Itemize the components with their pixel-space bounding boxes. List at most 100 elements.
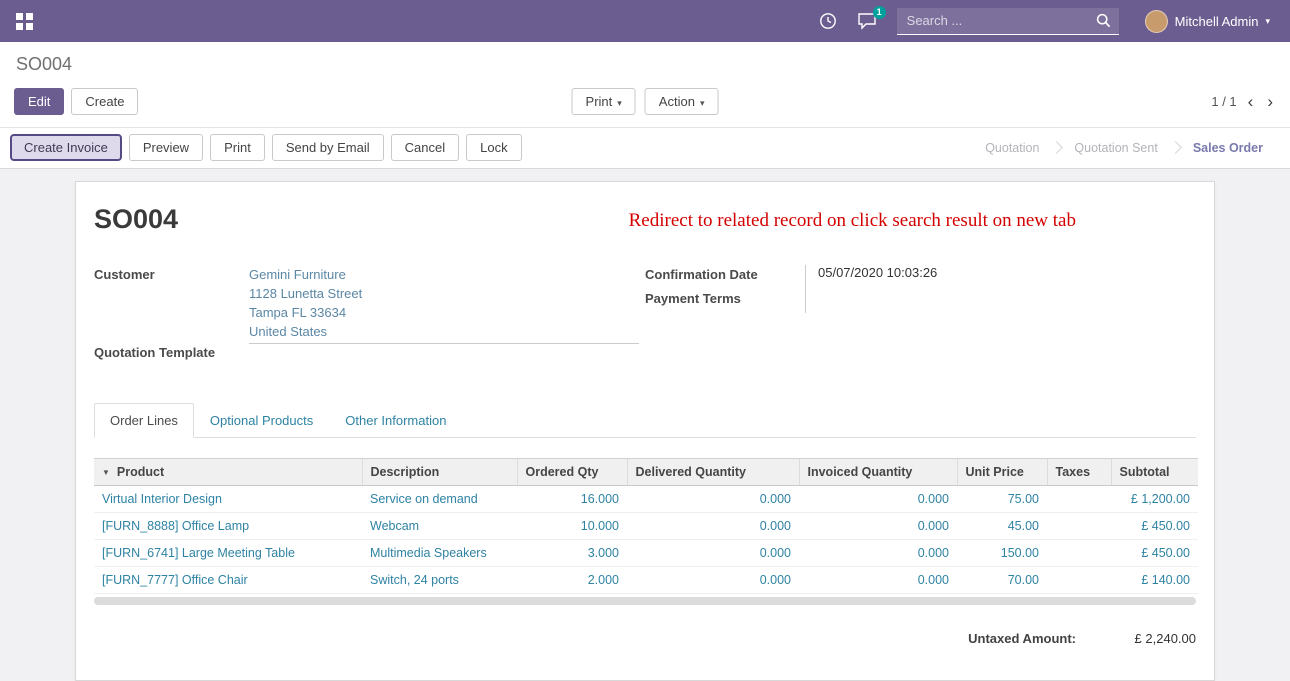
chevron-down-icon: ▾ <box>617 98 622 108</box>
table-row[interactable]: Virtual Interior Design Service on deman… <box>94 486 1198 513</box>
messages-chat-icon[interactable]: 1 <box>857 12 877 30</box>
column-header-unit-price[interactable]: Unit Price <box>957 459 1047 486</box>
record-sheet: SO004 Redirect to related record on clic… <box>75 181 1215 681</box>
customer-name-link[interactable]: Gemini Furniture <box>249 265 645 284</box>
cell-delivered-qty: 0.000 <box>627 486 799 513</box>
stage-quotation[interactable]: Quotation <box>972 137 1052 159</box>
cell-unit-price: 45.00 <box>957 513 1047 540</box>
pager-previous-button[interactable]: ‹ <box>1245 93 1257 110</box>
untaxed-amount-label: Untaxed Amount: <box>968 631 1076 646</box>
column-header-invoiced-qty[interactable]: Invoiced Quantity <box>799 459 957 486</box>
action-dropdown-button[interactable]: Action ▾ <box>645 88 719 115</box>
table-row[interactable]: [FURN_7777] Office Chair Switch, 24 port… <box>94 567 1198 594</box>
search-icon[interactable] <box>1096 13 1111 28</box>
tab-optional-products[interactable]: Optional Products <box>194 403 329 438</box>
cell-taxes <box>1047 540 1111 567</box>
cell-product: Virtual Interior Design <box>94 486 362 513</box>
print-dropdown-label: Print <box>586 94 613 109</box>
create-button[interactable]: Create <box>71 88 138 115</box>
cell-description: Service on demand <box>362 486 517 513</box>
cell-delivered-qty: 0.000 <box>627 513 799 540</box>
control-panel: SO004 Edit Create Print ▾ Action ▾ 1 / 1 ‹… <box>0 42 1290 127</box>
edit-button[interactable]: Edit <box>14 88 64 115</box>
chevron-down-icon: ▾ <box>1265 17 1270 26</box>
notebook-tabs: Order Lines Optional Products Other Info… <box>94 403 1196 438</box>
cell-unit-price: 75.00 <box>957 486 1047 513</box>
print-dropdown-button[interactable]: Print ▾ <box>572 88 636 115</box>
cell-ordered-qty: 16.000 <box>517 486 627 513</box>
quotation-template-value[interactable] <box>249 343 639 365</box>
order-lines-table: ▼ Product Description Ordered Qty Deliver… <box>94 458 1198 594</box>
cell-subtotal: £ 140.00 <box>1111 567 1198 594</box>
user-menu[interactable]: Mitchell Admin ▾ <box>1139 9 1276 34</box>
cell-product: [FURN_8888] Office Lamp <box>94 513 362 540</box>
cell-delivered-qty: 0.000 <box>627 567 799 594</box>
lock-button[interactable]: Lock <box>466 134 521 161</box>
pager: 1 / 1 ‹ › <box>1211 93 1276 110</box>
sort-caret-icon[interactable]: ▼ <box>102 468 110 477</box>
cell-subtotal: £ 450.00 <box>1111 513 1198 540</box>
column-header-subtotal[interactable]: Subtotal <box>1111 459 1198 486</box>
cell-taxes <box>1047 513 1111 540</box>
column-header-product[interactable]: ▼ Product <box>94 459 362 486</box>
cell-subtotal: £ 1,200.00 <box>1111 486 1198 513</box>
column-header-description[interactable]: Description <box>362 459 517 486</box>
pager-counter: 1 / 1 <box>1211 94 1236 109</box>
activities-clock-icon[interactable] <box>819 12 837 30</box>
table-header-row: ▼ Product Description Ordered Qty Deliver… <box>94 459 1198 486</box>
statusbar: Create Invoice Preview Print Send by Ema… <box>0 127 1290 169</box>
cell-product: [FURN_7777] Office Chair <box>94 567 362 594</box>
payment-terms-value[interactable] <box>805 289 1196 313</box>
confirmation-date-value: 05/07/2020 10:03:26 <box>805 265 1196 289</box>
confirmation-date-label: Confirmation Date <box>645 265 805 289</box>
table-horizontal-scrollbar[interactable] <box>94 597 1196 605</box>
apps-grid-icon[interactable] <box>14 11 35 32</box>
cell-description: Switch, 24 ports <box>362 567 517 594</box>
record-title: SO004 <box>94 204 178 235</box>
print-button[interactable]: Print <box>210 134 265 161</box>
action-dropdown-label: Action <box>659 94 695 109</box>
cell-ordered-qty: 10.000 <box>517 513 627 540</box>
tab-other-information[interactable]: Other Information <box>329 403 462 438</box>
customer-field-label: Customer <box>94 265 249 341</box>
cell-ordered-qty: 2.000 <box>517 567 627 594</box>
global-search-box <box>897 8 1119 35</box>
quotation-template-label: Quotation Template <box>94 343 249 365</box>
payment-terms-label: Payment Terms <box>645 289 805 313</box>
preview-button[interactable]: Preview <box>129 134 203 161</box>
column-header-ordered-qty[interactable]: Ordered Qty <box>517 459 627 486</box>
cell-taxes <box>1047 567 1111 594</box>
top-navbar: 1 Mitchell Admin ▾ <box>0 0 1290 42</box>
cell-delivered-qty: 0.000 <box>627 540 799 567</box>
cell-invoiced-qty: 0.000 <box>799 540 957 567</box>
stage-sales-order[interactable]: Sales Order <box>1180 137 1276 159</box>
cell-product: [FURN_6741] Large Meeting Table <box>94 540 362 567</box>
table-row[interactable]: [FURN_8888] Office Lamp Webcam 10.000 0.… <box>94 513 1198 540</box>
cell-description: Multimedia Speakers <box>362 540 517 567</box>
column-header-taxes[interactable]: Taxes <box>1047 459 1111 486</box>
cell-invoiced-qty: 0.000 <box>799 486 957 513</box>
column-header-label: Product <box>117 465 164 479</box>
avatar <box>1145 10 1168 33</box>
customer-field-value[interactable]: Gemini Furniture 1128 Lunetta Street Tam… <box>249 265 645 341</box>
cell-subtotal: £ 450.00 <box>1111 540 1198 567</box>
untaxed-amount-value: £ 2,240.00 <box>1076 631 1196 646</box>
customer-street: 1128 Lunetta Street <box>249 284 645 303</box>
table-row[interactable]: [FURN_6741] Large Meeting Table Multimed… <box>94 540 1198 567</box>
create-invoice-button[interactable]: Create Invoice <box>10 134 122 161</box>
send-by-email-button[interactable]: Send by Email <box>272 134 384 161</box>
stage-pipeline: Quotation Quotation Sent Sales Order <box>972 137 1290 159</box>
annotation-text: Redirect to related record on click sear… <box>629 210 1076 232</box>
cell-description: Webcam <box>362 513 517 540</box>
messages-count-badge: 1 <box>873 6 886 19</box>
cancel-button[interactable]: Cancel <box>391 134 459 161</box>
tab-order-lines[interactable]: Order Lines <box>94 403 194 438</box>
search-input[interactable] <box>905 12 1096 29</box>
breadcrumb: SO004 <box>16 54 1276 75</box>
stage-quotation-sent[interactable]: Quotation Sent <box>1061 137 1170 159</box>
chevron-down-icon: ▾ <box>700 98 705 108</box>
user-name: Mitchell Admin <box>1175 14 1259 29</box>
column-header-delivered-qty[interactable]: Delivered Quantity <box>627 459 799 486</box>
customer-city: Tampa FL 33634 <box>249 303 645 322</box>
pager-next-button[interactable]: › <box>1264 93 1276 110</box>
